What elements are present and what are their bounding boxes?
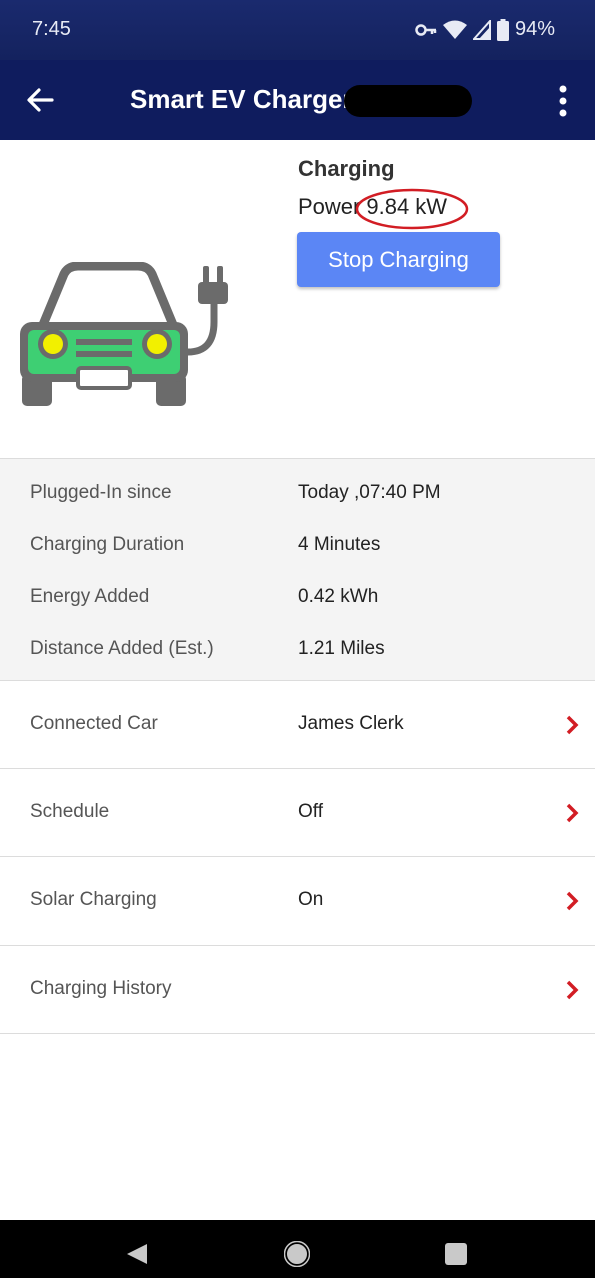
more-vert-icon[interactable]	[552, 84, 574, 118]
battery-icon	[496, 18, 509, 41]
stat-row-energy: Energy Added 0.42 kWh	[0, 578, 595, 618]
stat-value: Today ,07:40 PM	[298, 482, 441, 503]
nav-recents-icon[interactable]	[445, 1243, 467, 1265]
divider	[0, 1033, 595, 1034]
battery-percent: 94%	[514, 18, 555, 40]
cell-signal-icon	[472, 19, 491, 40]
stop-charging-button[interactable]: Stop Charging	[297, 232, 500, 287]
stat-value: 4 Minutes	[298, 534, 381, 555]
nav-label: Charging History	[30, 978, 172, 999]
status-time: 7:45	[32, 18, 71, 40]
charging-status: Charging	[298, 156, 395, 181]
stat-row-duration: Charging Duration 4 Minutes	[0, 526, 595, 566]
status-bar: 7:45 94%	[0, 0, 595, 60]
ev-car-charging-icon	[20, 262, 228, 406]
back-arrow-icon[interactable]	[22, 82, 58, 118]
chevron-right-icon	[566, 980, 579, 1000]
nav-value: Off	[298, 801, 323, 822]
stat-label: Distance Added (Est.)	[30, 638, 214, 659]
vpn-key-icon	[415, 23, 437, 36]
status-icons: 94%	[415, 18, 555, 41]
nav-row-schedule[interactable]: Schedule Off	[0, 769, 595, 857]
nav-home-icon[interactable]	[284, 1241, 310, 1267]
charger-status-panel: Charging Power 9.84 kW Stop Charging	[0, 140, 595, 458]
nav-row-connected-car[interactable]: Connected Car James Clerk	[0, 681, 595, 769]
nav-value: On	[298, 889, 324, 910]
app-bar: Smart EV Charger	[0, 60, 595, 140]
stat-label: Plugged-In since	[30, 482, 172, 503]
nav-label: Solar Charging	[30, 889, 157, 910]
stat-value: 1.21 Miles	[298, 638, 385, 659]
nav-row-solar-charging[interactable]: Solar Charging On	[0, 857, 595, 945]
nav-label: Connected Car	[30, 713, 158, 734]
wifi-icon	[442, 20, 467, 39]
chevron-right-icon	[566, 715, 579, 735]
annotation-circle	[356, 188, 469, 230]
page-title: Smart EV Charger	[130, 84, 353, 114]
nav-label: Schedule	[30, 801, 110, 822]
stat-label: Energy Added	[30, 586, 150, 607]
nav-back-icon[interactable]	[125, 1242, 149, 1266]
power-readout: Power 9.84 kW	[298, 188, 469, 230]
charging-stats: Plugged-In since Today ,07:40 PM Chargin…	[0, 459, 595, 680]
stat-row-plugged-in: Plugged-In since Today ,07:40 PM	[0, 474, 595, 514]
power-label: Power	[298, 194, 361, 219]
stat-value: 0.42 kWh	[298, 586, 379, 607]
chevron-right-icon	[566, 891, 579, 911]
power-value-wrap: 9.84 kW	[356, 188, 469, 230]
redacted-text	[344, 85, 472, 117]
system-navigation-bar	[0, 1220, 595, 1278]
nav-row-charging-history[interactable]: Charging History	[0, 946, 595, 1034]
nav-value: James Clerk	[298, 713, 404, 734]
stat-row-distance: Distance Added (Est.) 1.21 Miles	[0, 630, 595, 670]
chevron-right-icon	[566, 803, 579, 823]
stat-label: Charging Duration	[30, 534, 185, 555]
